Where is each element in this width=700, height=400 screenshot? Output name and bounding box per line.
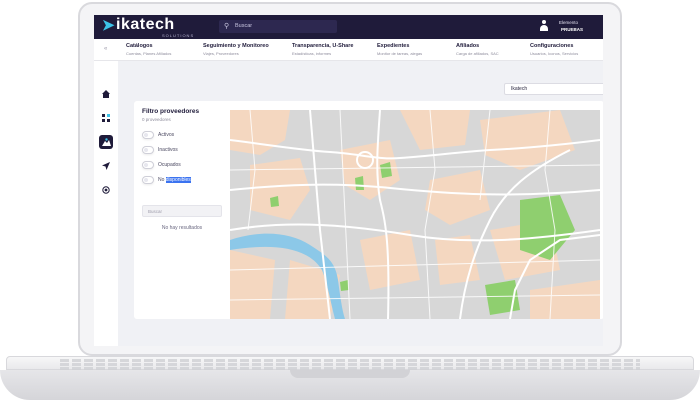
key-row bbox=[60, 359, 640, 362]
toggle-switch[interactable] bbox=[142, 146, 154, 154]
search-icon: ⚲ bbox=[224, 23, 230, 30]
menu-item-subtitle: Usuarios, Iconos, Servicios bbox=[530, 51, 579, 56]
account-select-value: Ikatech bbox=[511, 86, 528, 92]
main-content: Ikatech ⌄ Filtro proveedores 0 proveedor… bbox=[118, 61, 603, 346]
user-icon[interactable] bbox=[540, 20, 548, 32]
brand-name: ikatech bbox=[116, 16, 175, 33]
provider-count: 0 proveedores bbox=[142, 117, 171, 122]
menu-item-title: Transparencia, U-Share bbox=[292, 43, 354, 49]
top-bar: ➤ ikatech SOLUTIONS ⚲ Buscar Elemento PR… bbox=[94, 15, 603, 39]
map-view[interactable] bbox=[230, 110, 600, 319]
laptop-mockup: ➤ ikatech SOLUTIONS ⚲ Buscar Elemento PR… bbox=[0, 0, 700, 400]
toggle-switch[interactable] bbox=[142, 161, 154, 169]
toggle-label: No disponibles bbox=[158, 177, 191, 183]
menu-item-title: Configuraciones bbox=[530, 43, 574, 49]
menu-item-title: Afiliados bbox=[456, 43, 480, 49]
panel-title: Filtro proveedores bbox=[142, 108, 200, 115]
brand-logo[interactable]: ➤ ikatech SOLUTIONS bbox=[102, 16, 212, 39]
menu-item-title: Seguimiento y Monitoreo bbox=[203, 43, 269, 49]
toggle-label: Activos bbox=[158, 132, 175, 138]
app-screen: ➤ ikatech SOLUTIONS ⚲ Buscar Elemento PR… bbox=[94, 15, 603, 346]
send-icon[interactable] bbox=[99, 159, 113, 173]
search-input[interactable]: ⚲ Buscar bbox=[219, 20, 337, 33]
toggle-label-plain: No bbox=[158, 177, 166, 183]
provider-search-input[interactable]: Buscar bbox=[142, 205, 222, 217]
laptop-base bbox=[0, 356, 700, 400]
toggle-label-selected: disponibles bbox=[165, 177, 191, 183]
map-canvas bbox=[230, 110, 600, 319]
menu-item-subtitle: Cuentas, Planes Afiliados bbox=[126, 51, 172, 56]
menu-item-catalogos[interactable]: Catálogos Cuentas, Planes Afiliados bbox=[126, 43, 171, 56]
search-placeholder: Buscar bbox=[235, 23, 253, 29]
account-select[interactable]: Ikatech ⌄ bbox=[504, 83, 603, 95]
toggle-label: Ocupados bbox=[158, 162, 181, 168]
user-role: PRUEBAS bbox=[561, 27, 584, 32]
main-menu: « Catálogos Cuentas, Planes Afiliados Se… bbox=[94, 39, 603, 61]
left-rail bbox=[94, 61, 118, 346]
brand-tagline: SOLUTIONS bbox=[162, 33, 195, 38]
logo-chevron-icon: ➤ bbox=[102, 17, 115, 34]
menu-item-subtitle: Monitor de tareas, alegas bbox=[377, 51, 423, 56]
grid-icon[interactable] bbox=[99, 111, 113, 125]
provider-search-placeholder: Buscar bbox=[148, 208, 163, 214]
key-row bbox=[60, 363, 640, 366]
menu-item-afiliados[interactable]: Afiliados Carga de afiliados, SAC bbox=[456, 43, 499, 56]
menu-item-title: Catálogos bbox=[126, 43, 153, 49]
trackpad-notch bbox=[290, 370, 410, 378]
toggle-switch[interactable] bbox=[142, 131, 154, 139]
toggle-label: Inactivos bbox=[158, 147, 178, 153]
menu-item-seguimiento[interactable]: Seguimiento y Monitoreo Viajes, Proveedo… bbox=[203, 43, 269, 56]
menu-item-subtitle: Estadísticas, informes bbox=[292, 51, 332, 56]
collapse-icon[interactable]: « bbox=[104, 46, 107, 52]
map-pin-icon[interactable] bbox=[99, 135, 113, 149]
target-icon[interactable] bbox=[99, 183, 113, 197]
menu-item-title: Expedientes bbox=[377, 43, 410, 49]
toggle-switch[interactable] bbox=[142, 176, 154, 184]
providers-panel: Filtro proveedores 0 proveedores Activos… bbox=[134, 101, 603, 319]
user-name: Elemento bbox=[559, 20, 579, 25]
empty-results-text: No hay resultados bbox=[161, 225, 203, 231]
menu-item-expedientes[interactable]: Expedientes Monitor de tareas, alegas bbox=[377, 43, 422, 56]
menu-item-subtitle: Carga de afiliados, SAC bbox=[456, 51, 499, 56]
menu-item-subtitle: Viajes, Proveedores bbox=[203, 51, 239, 56]
home-icon[interactable] bbox=[99, 87, 113, 101]
menu-item-transparencia[interactable]: Transparencia, U-Share Estadísticas, inf… bbox=[292, 43, 353, 56]
menu-item-configuraciones[interactable]: Configuraciones Usuarios, Iconos, Servic… bbox=[530, 43, 578, 56]
